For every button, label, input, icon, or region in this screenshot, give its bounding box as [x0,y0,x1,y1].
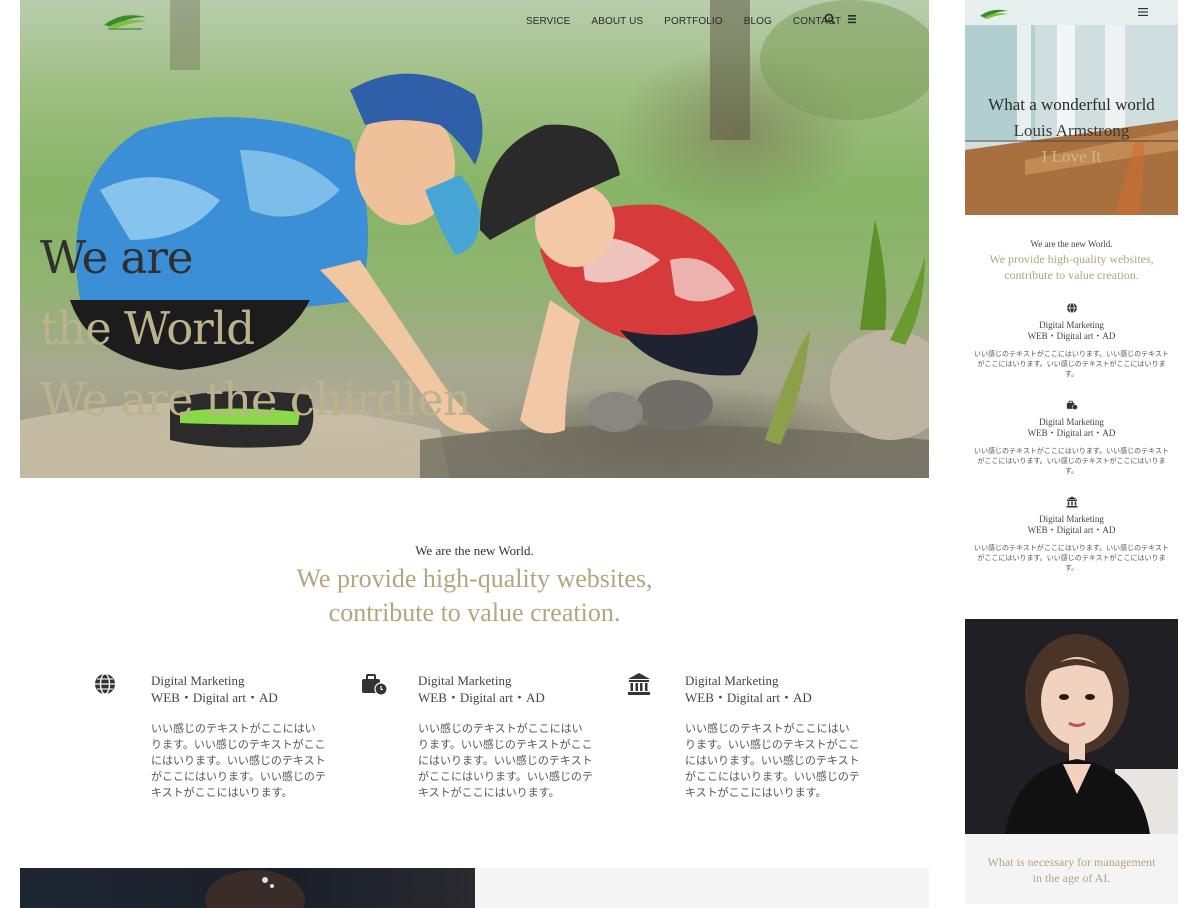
sidebar-intro-tagline: We are the new World. [1030,239,1113,249]
service-card-1: Digital Marketing WEB・Digital art・AD いい感… [95,672,341,801]
sidebar-intro-heading-line-2: contribute to value creation. [1004,268,1139,282]
service-description: いい感じのテキストがここにはいります。いい感じのテキストがここにはいります。いい… [685,722,860,799]
hero-line-3: We are the chirdlen [40,373,472,426]
bank-icon [1066,496,1077,508]
sidebar-service-description: いい感じのテキストがここにはいります。いい感じのテキストがここにはいります。いい… [974,350,1169,378]
sidebar-service-subtitle: WEB・Digital art・AD [1027,331,1116,341]
sidebar-hero-line-3: I Love It [1041,147,1102,166]
service-subtitle: WEB・Digital art・AD [151,690,278,705]
nav-item-service[interactable]: SERVICE [526,16,570,27]
sidebar-service-description: いい感じのテキストがここにはいります。いい感じのテキストがここにはいります。いい… [974,447,1169,475]
search-icon[interactable] [824,12,836,26]
service-title: Digital Marketing [151,673,245,688]
sidebar-portrait-photo [965,619,1178,834]
globe-icon [1066,302,1077,314]
sidebar-service-description: いい感じのテキストがここにはいります。いい感じのテキストがここにはいります。いい… [974,544,1169,572]
sidebar-service-2: Digital Marketing WEB・Digital art・AD いい感… [965,399,1178,476]
service-card-2: Digital Marketing WEB・Digital art・AD いい感… [362,672,608,801]
nav-item-blog[interactable]: BLOG [744,16,772,27]
intro-tagline: We are the new World. [415,543,534,558]
service-subtitle: WEB・Digital art・AD [418,690,545,705]
bank-icon [628,673,650,695]
sidebar-service-title: Digital Marketing [1039,514,1104,524]
sidebar-hero: What a wonderful world Louis Armstrong I… [965,0,1178,215]
sidebar-hero-line-2: Louis Armstrong [1013,121,1130,140]
hero-line-2: the World [40,302,255,355]
hero-headline: We are the World We are the chirdlen [40,222,472,435]
nav-item-portfolio[interactable]: PORTFOLIO [664,16,723,27]
main-nav: SERVICE ABOUT US PORTFOLIO BLOG CONTACT [526,14,862,28]
service-card-3: Digital Marketing WEB・Digital art・AD いい感… [628,672,875,801]
sidebar-service-title: Digital Marketing [1039,320,1104,330]
hero-line-1: We are [40,231,193,284]
globe-icon [95,673,115,695]
feature-panel [475,868,929,908]
sidebar-caption: What is necessary for management in the … [965,834,1178,904]
briefcase-clock-icon [362,674,388,696]
sidebar-caption-text: What is necessary for management in the … [965,854,1178,886]
sidebar-logo[interactable] [979,6,1009,20]
intro-heading-line-1: We provide high-quality websites, [296,564,653,593]
intro-heading: We provide high-quality websites, contri… [20,562,929,630]
intro-heading-line-2: contribute to value creation. [328,598,621,627]
nav-icons [824,12,858,26]
service-subtitle: WEB・Digital art・AD [685,690,812,705]
service-title: Digital Marketing [418,673,512,688]
sidebar-intro-heading: We provide high-quality websites, contri… [965,251,1178,283]
sidebar-intro-heading-line-1: We provide high-quality websites, [989,252,1154,266]
sidebar-hero-headline: What a wonderful world Louis Armstrong I… [965,92,1178,170]
feature-image [20,868,475,908]
service-description: いい感じのテキストがここにはいります。いい感じのテキストがここにはいります。いい… [151,722,326,799]
service-title: Digital Marketing [685,673,779,688]
hero-banner: SERVICE ABOUT US PORTFOLIO BLOG CONTACT … [20,0,929,478]
sidebar-service-subtitle: WEB・Digital art・AD [1027,428,1116,438]
nav-item-about-us[interactable]: ABOUT US [591,16,643,27]
sidebar-service-1: Digital Marketing WEB・Digital art・AD いい感… [965,302,1178,379]
sidebar-caption-line-1: What is necessary for management [987,855,1156,869]
sidebar-service-3: Digital Marketing WEB・Digital art・AD いい感… [965,496,1178,573]
sidebar-menu-icon[interactable] [1138,8,1148,16]
sidebar-service-title: Digital Marketing [1039,417,1104,427]
sidebar-caption-line-2: in the age of AI. [1032,871,1111,885]
sidebar-service-subtitle: WEB・Digital art・AD [1027,525,1116,535]
service-description: いい感じのテキストがここにはいります。いい感じのテキストがここにはいります。いい… [418,722,593,799]
menu-icon[interactable] [846,12,858,26]
site-logo[interactable] [102,9,148,31]
briefcase-clock-icon [1066,400,1078,410]
sidebar-hero-line-1: What a wonderful world [988,95,1155,114]
